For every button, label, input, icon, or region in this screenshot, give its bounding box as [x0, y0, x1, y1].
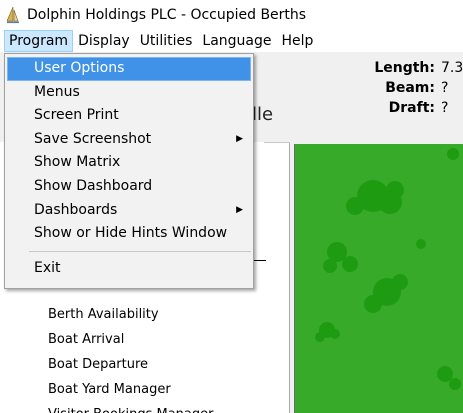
section-title: lle [252, 104, 274, 125]
length-label: Length: [374, 60, 435, 76]
menu-item-label: User Options [34, 60, 125, 76]
draft-label: Draft: [388, 100, 435, 116]
nav-visitor-bookings-manager[interactable]: Visitor Bookings Manager [48, 402, 213, 413]
menu-program[interactable]: Program [4, 30, 74, 52]
menu-separator [29, 250, 251, 252]
menu-item-show-dashboard[interactable]: Show Dashboard [7, 175, 251, 199]
program-dropdown-menu: User Options Menus Screen Print Save Scr… [4, 53, 254, 289]
boat-beam-row: Beam: ? [374, 78, 463, 98]
menu-item-label: Show or Hide Hints Window [34, 225, 228, 242]
sailboat-icon [6, 6, 19, 24]
nav-boat-departure[interactable]: Boat Departure [48, 352, 213, 377]
menu-item-label: Show Matrix [34, 154, 121, 171]
nav-list: Berth Availability Boat Arrival Boat Dep… [48, 302, 213, 413]
menu-item-save-screenshot[interactable]: Save Screenshot ▶ [7, 128, 251, 152]
nav-boat-yard-manager[interactable]: Boat Yard Manager [48, 377, 213, 402]
beam-value: ? [441, 80, 449, 96]
menu-item-label: Save Screenshot [34, 130, 152, 147]
menu-item-menus[interactable]: Menus [7, 81, 251, 105]
boat-length-row: Length: 7.3 [374, 58, 463, 78]
length-value: 7.3 [441, 60, 463, 76]
menu-display[interactable]: Display [73, 30, 135, 52]
menu-item-dashboards[interactable]: Dashboards ▶ [7, 199, 251, 223]
menu-item-label: Show Dashboard [34, 177, 153, 194]
berth-map-canvas [315, 148, 461, 390]
boat-info: Length: 7.3 Beam: ? Draft: ? [374, 58, 463, 118]
menu-item-label: Screen Print [34, 107, 119, 124]
menu-item-exit[interactable]: Exit [7, 257, 251, 281]
nav-boat-arrival[interactable]: Boat Arrival [48, 327, 213, 352]
menu-item-show-matrix[interactable]: Show Matrix [7, 151, 251, 175]
beam-label: Beam: [385, 80, 435, 96]
chevron-right-icon: ▶ [236, 204, 243, 215]
title-bar: Dolphin Holdings PLC - Occupied Berths [0, 0, 463, 30]
menu-language[interactable]: Language [197, 30, 276, 52]
menu-help[interactable]: Help [276, 30, 318, 52]
panel-top-border [264, 142, 290, 143]
berth-map[interactable] [294, 144, 463, 413]
menu-item-label: Exit [34, 259, 61, 276]
nav-berth-availability[interactable]: Berth Availability [48, 302, 213, 327]
menu-item-label: Dashboards [34, 201, 118, 218]
draft-value: ? [441, 100, 449, 116]
menu-item-screen-print[interactable]: Screen Print [7, 104, 251, 128]
boat-draft-row: Draft: ? [374, 98, 463, 118]
chevron-right-icon: ▶ [236, 133, 243, 144]
menu-item-show-hide-hints[interactable]: Show or Hide Hints Window [7, 222, 251, 246]
menu-utilities[interactable]: Utilities [135, 30, 198, 52]
menu-bar: Program Display Utilities Language Help [0, 30, 463, 52]
window-title: Dolphin Holdings PLC - Occupied Berths [27, 7, 307, 23]
menu-item-user-options[interactable]: User Options [7, 57, 251, 81]
menu-item-label: Menus [34, 83, 80, 100]
